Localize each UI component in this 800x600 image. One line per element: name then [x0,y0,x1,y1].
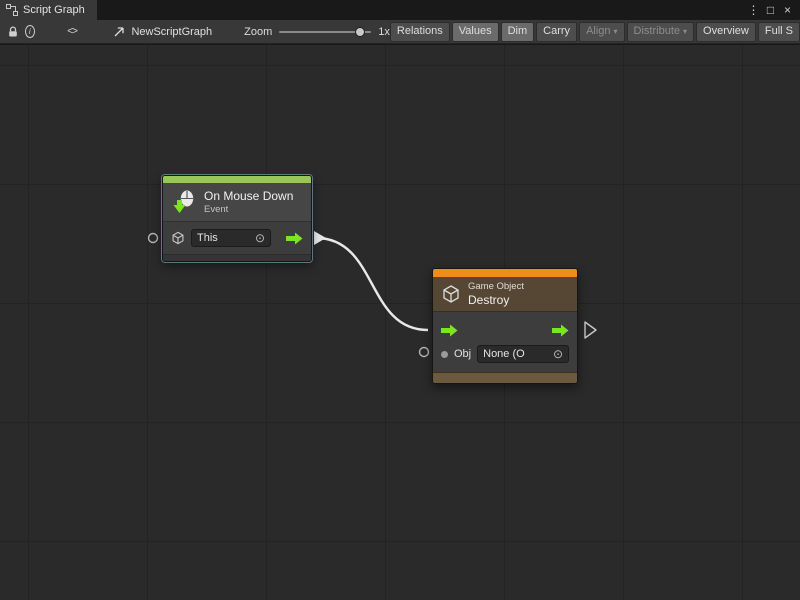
node-title: On Mouse Down [204,189,293,203]
flow-input-arrow-icon[interactable] [441,324,458,337]
distribute-label: Distribute [634,25,680,37]
wire-layer [0,45,800,600]
value-port-dot-icon[interactable] [441,351,448,358]
tab-bar: Script Graph ⋮ □ × [0,0,800,20]
destroy-node-titles: Game Object Destroy [468,281,524,307]
obj-value-field[interactable]: None (O ⊙ [477,345,569,363]
window-menu-icon[interactable]: ⋮ [745,0,762,20]
zoom-label: Zoom [244,26,272,38]
overview-button[interactable]: Overview [696,22,756,42]
code-icon[interactable]: <> [65,22,80,42]
event-node-body: This ⊙ [163,221,311,254]
flow-connection-wire[interactable] [316,238,428,330]
obj-parameter-row: Obj None (O ⊙ [439,342,571,366]
carry-button[interactable]: Carry [536,22,577,42]
mouse-event-icon [171,189,197,215]
object-picker-icon[interactable]: ⊙ [553,348,563,360]
align-label: Align [586,25,610,37]
flow-output-arrow-icon[interactable] [286,232,303,245]
tab-script-graph[interactable]: Script Graph [0,0,97,20]
destroy-node-footer [433,372,577,383]
chevron-down-icon: ▾ [683,27,687,36]
game-object-cube-icon [441,284,461,304]
on-mouse-down-node[interactable]: On Mouse Down Event This ⊙ [162,175,312,262]
script-graph-icon [6,4,18,16]
tabbar-spacer [97,0,745,20]
unity-script-graph-window: { "tab": { "title": "Script Graph" }, "w… [0,0,800,600]
relations-button[interactable]: Relations [390,22,450,42]
graph-name: NewScriptGraph [131,26,212,38]
fullscreen-button[interactable]: Full S [758,22,800,42]
node-subtitle: Event [204,204,293,215]
graph-canvas[interactable]: On Mouse Down Event This ⊙ [0,45,800,600]
event-node-footer [163,254,311,261]
padlock-glyph [7,26,19,38]
zoom-slider[interactable] [279,26,371,38]
game-object-cube-icon [171,231,185,245]
destroy-output-port-triangle[interactable] [585,322,596,338]
node-title: Destroy [468,293,524,307]
zoom-control: Zoom 1x [244,26,390,38]
tab-title: Script Graph [23,4,85,16]
target-object-value: This [197,232,251,244]
destroy-obj-input-port[interactable] [420,348,429,357]
graph-breadcrumb[interactable]: NewScriptGraph [113,26,212,38]
destroy-node[interactable]: Game Object Destroy Obj None (O ⊙ [432,268,578,384]
flow-ports-row [439,318,571,342]
maximize-icon[interactable]: □ [762,0,779,20]
values-button[interactable]: Values [452,22,499,42]
destroy-accent-bar [433,269,577,277]
target-object-field[interactable]: This ⊙ [191,229,271,247]
chevron-down-icon: ▾ [614,27,618,36]
close-icon[interactable]: × [779,0,796,20]
event-node-titles: On Mouse Down Event [204,189,293,215]
window-controls: ⋮ □ × [745,0,800,20]
info-icon[interactable]: i [25,25,35,38]
distribute-button[interactable]: Distribute▾ [627,22,694,42]
destroy-node-header[interactable]: Game Object Destroy [433,277,577,311]
graph-toolbar: i <> NewScriptGraph Zoom 1x Relations Va… [0,20,800,44]
align-button[interactable]: Align ▾ [579,22,624,42]
zoom-slider-knob[interactable] [355,27,365,37]
connection-arrowhead [314,231,326,245]
flow-output-arrow-icon[interactable] [552,324,569,337]
param-label: Obj [454,348,471,360]
destroy-node-body: Obj None (O ⊙ [433,311,577,372]
obj-value: None (O [483,348,549,360]
zoom-value: 1x [378,26,390,38]
event-target-input-port[interactable] [149,234,158,243]
lock-icon[interactable] [6,22,21,42]
object-picker-icon[interactable]: ⊙ [255,232,265,244]
event-accent-bar [163,176,311,183]
event-node-header[interactable]: On Mouse Down Event [163,183,311,221]
toolbar-buttons: Relations Values Dim Carry Align ▾ Distri… [390,22,800,42]
node-category: Game Object [468,281,524,292]
graph-pointer-icon [113,26,125,38]
dim-button[interactable]: Dim [501,22,535,42]
